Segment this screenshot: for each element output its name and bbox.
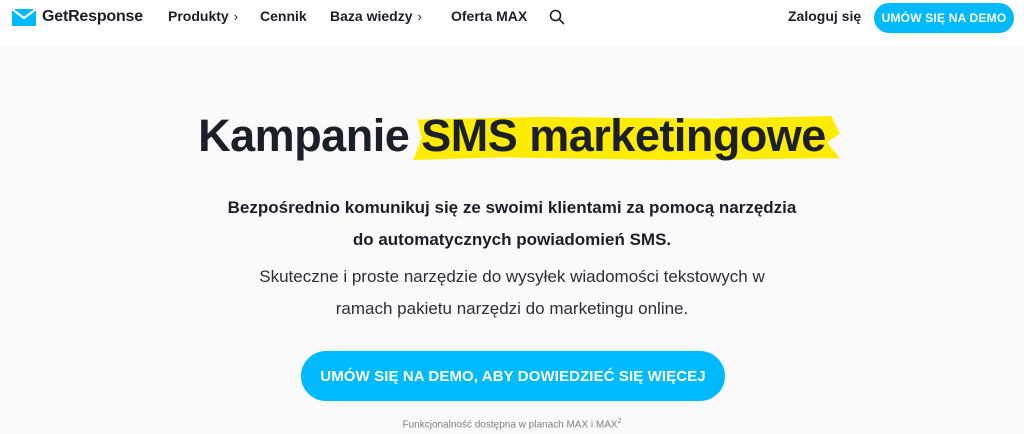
cta-demo-button[interactable]: UMÓW SIĘ NA DEMO, ABY DOWIEDZIEĆ SIĘ WIĘ…	[301, 351, 725, 401]
nav-item-label: Produkty	[168, 8, 229, 24]
search-icon[interactable]	[549, 9, 565, 25]
nav-item-oferta-max[interactable]: Oferta MAX	[451, 8, 527, 24]
lead-line: do automatycznych powiadomień SMS.	[352, 230, 672, 249]
nav-item-produkty[interactable]: Produkty ›	[168, 8, 238, 24]
logo[interactable]: GetResponse	[11, 7, 143, 26]
nav-item-label: Baza wiedzy	[330, 8, 413, 24]
top-navigation: GetResponse Produkty › Cennik Baza wiedz…	[0, 0, 1024, 46]
lead-paragraph: Bezpośrednio komunikuj się ze swoimi kli…	[0, 192, 1024, 256]
page-title: Kampanie SMS marketingowe	[0, 110, 1024, 162]
note-superscript: 2	[617, 418, 622, 425]
nav-item-baza-wiedzy[interactable]: Baza wiedzy ›	[330, 8, 422, 24]
sub-paragraph: Skuteczne i proste narzędzie do wysyłek …	[0, 261, 1024, 325]
chevron-right-icon: ›	[233, 8, 239, 24]
book-demo-button[interactable]: UMÓW SIĘ NA DEMO	[874, 3, 1014, 33]
brand-name: GetResponse	[42, 8, 143, 25]
nav-item-label: Cennik	[260, 8, 307, 24]
envelope-logo-icon	[11, 7, 37, 26]
lead-line: Bezpośrednio komunikuj się ze swoimi kli…	[227, 198, 797, 217]
note-text: Funkcjonalność dostępna w planach MAX i …	[402, 419, 618, 431]
title-highlight: SMS marketingowe	[421, 110, 826, 161]
chevron-right-icon: ›	[417, 8, 422, 24]
title-plain: Kampanie	[198, 110, 422, 161]
title-highlight-wrap: SMS marketingowe	[413, 110, 840, 162]
availability-note: Funkcjonalność dostępna w planach MAX i …	[0, 418, 1024, 430]
nav-item-cennik[interactable]: Cennik	[260, 8, 307, 24]
sub-line: ramach pakietu narzędzi do marketingu on…	[335, 299, 689, 318]
sub-line: Skuteczne i proste narzędzie do wysyłek …	[259, 267, 765, 286]
login-link[interactable]: Zaloguj się	[788, 8, 861, 24]
nav-item-label: Oferta MAX	[451, 8, 528, 24]
